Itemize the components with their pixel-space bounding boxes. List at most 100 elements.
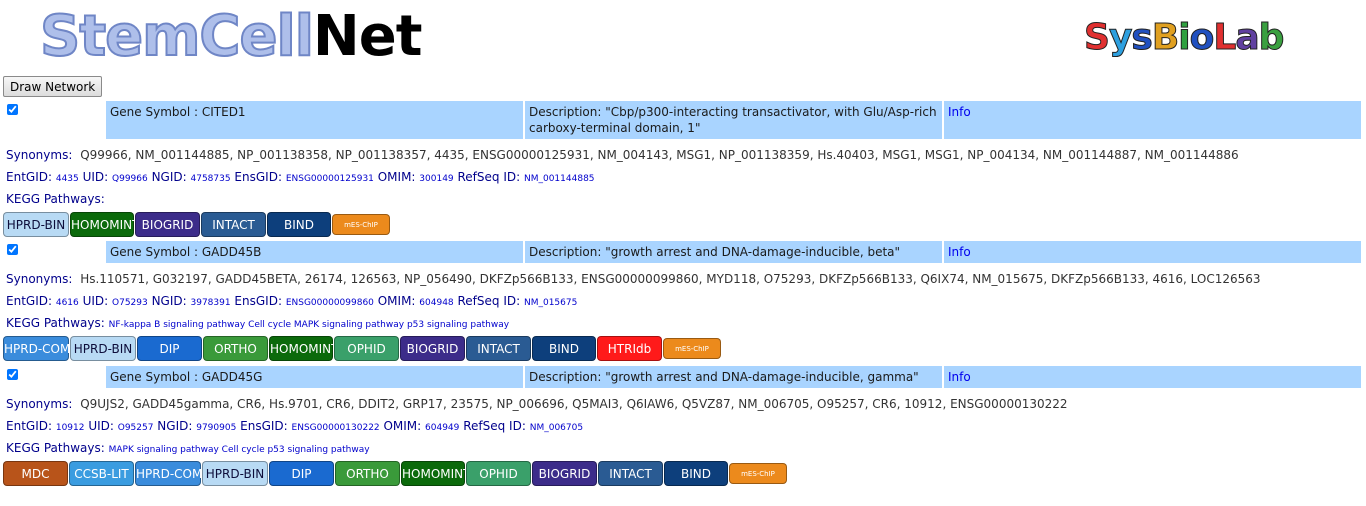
- entgid-label: EntGID:: [6, 419, 53, 433]
- synonyms-line: Synonyms: Q99966, NM_001144885, NP_00113…: [6, 148, 1239, 162]
- synonyms-value: Q99966, NM_001144885, NP_001138358, NP_0…: [80, 148, 1239, 162]
- database-button[interactable]: DIP: [137, 336, 202, 361]
- gene-symbol-label: Gene Symbol :: [110, 105, 202, 119]
- header: StemCellNet SysBioLab: [0, 0, 1366, 72]
- database-button[interactable]: CCSB-LIT: [69, 461, 134, 486]
- synonyms-label: Synonyms:: [6, 148, 73, 162]
- database-button[interactable]: HOMOMINT: [401, 461, 470, 486]
- logo-letter: L: [1213, 17, 1237, 59]
- stemcellnet-logo: StemCellNet: [39, 3, 423, 70]
- gene-info-cell: Info: [944, 366, 1361, 388]
- entgid-value[interactable]: 4435: [56, 174, 79, 184]
- ensgid-value[interactable]: ENSG00000099860: [286, 298, 374, 308]
- database-bar: MDC CCSB-LIT HPRD-COMPHPRD-BIN DIP ORTHO HOMO…: [3, 461, 788, 486]
- gene-symbol-cell: Gene Symbol : GADD45B: [106, 241, 523, 263]
- gene-description-value: "growth arrest and DNA-damage-inducible,…: [605, 245, 901, 259]
- ngid-value[interactable]: 4758735: [191, 174, 231, 184]
- kegg-label: KEGG Pathways:: [6, 441, 105, 455]
- info-link[interactable]: Info: [948, 370, 971, 384]
- database-button[interactable]: ORTHO: [335, 461, 400, 486]
- gene-symbol-value: GADD45G: [201, 370, 263, 384]
- omim-value[interactable]: 604949: [425, 423, 459, 433]
- omim-value[interactable]: 300149: [419, 174, 453, 184]
- database-button[interactable]: BIOGRID: [135, 212, 200, 237]
- database-button[interactable]: HPRD-BIN: [202, 461, 268, 486]
- logo-letter: i: [1178, 17, 1191, 59]
- database-button[interactable]: mES-ChIP: [729, 463, 787, 484]
- ngid-value[interactable]: 3978391: [191, 298, 231, 308]
- kegg-line: KEGG Pathways: MAPK signaling pathway Ce…: [6, 441, 370, 455]
- info-link[interactable]: Info: [948, 245, 971, 259]
- database-button[interactable]: BIND: [532, 336, 596, 361]
- omim-label: OMIM:: [383, 419, 422, 433]
- database-button[interactable]: INTACT: [466, 336, 531, 361]
- uid-value[interactable]: Q99966: [112, 174, 148, 184]
- gene-checkbox[interactable]: [7, 369, 18, 380]
- database-button[interactable]: HOMOMINT: [269, 336, 338, 361]
- database-button[interactable]: OPHID: [334, 336, 399, 361]
- database-button[interactable]: BIND: [267, 212, 331, 237]
- database-button[interactable]: DIP: [269, 461, 334, 486]
- identifiers-line: EntGID: 10912 UID: O95257 NGID: 9790905 …: [6, 419, 583, 433]
- gene-checkbox[interactable]: [7, 244, 18, 255]
- kegg-label: KEGG Pathways:: [6, 316, 105, 330]
- refseq-value[interactable]: NM_006705: [530, 423, 583, 433]
- database-bar: HPRD-COMPHPRD-BIN DIP ORTHO HOMOMINT OPHID BI…: [3, 336, 722, 361]
- uid-value[interactable]: O95257: [118, 423, 154, 433]
- database-button[interactable]: OPHID: [466, 461, 531, 486]
- database-button[interactable]: INTACT: [201, 212, 266, 237]
- gene-header-row: Gene Symbol : CITED1 Description: "Cbp/p3…: [0, 101, 1366, 139]
- info-link[interactable]: Info: [948, 105, 971, 119]
- database-button[interactable]: INTACT: [598, 461, 663, 486]
- omim-value[interactable]: 604948: [419, 298, 453, 308]
- database-button[interactable]: ORTHO: [203, 336, 268, 361]
- ngid-value[interactable]: 9790905: [196, 423, 236, 433]
- database-button[interactable]: mES-ChIP: [663, 338, 721, 359]
- ensgid-value[interactable]: ENSG00000130222: [292, 423, 380, 433]
- entgid-value[interactable]: 4616: [56, 298, 79, 308]
- gene-checkbox[interactable]: [7, 104, 18, 115]
- database-button[interactable]: BIND: [664, 461, 728, 486]
- database-button[interactable]: HPRD-COMP: [135, 461, 210, 486]
- database-button[interactable]: HTRIdb: [597, 336, 662, 361]
- synonyms-line: Synonyms: Q9UJS2, GADD45gamma, CR6, Hs.9…: [6, 397, 1068, 411]
- gene-description-label: Description:: [529, 245, 606, 259]
- synonyms-line: Synonyms: Hs.110571, G032197, GADD45BETA…: [6, 272, 1261, 286]
- kegg-label: KEGG Pathways:: [6, 192, 105, 206]
- database-button[interactable]: MDC: [3, 461, 68, 486]
- uid-label: UID:: [82, 170, 109, 184]
- database-button[interactable]: HPRD-BIN: [3, 212, 69, 237]
- uid-value[interactable]: O75293: [112, 298, 148, 308]
- database-button[interactable]: mES-ChIP: [332, 214, 390, 235]
- synonyms-label: Synonyms:: [6, 272, 73, 286]
- ensgid-value[interactable]: ENSG00000125931: [286, 174, 374, 184]
- database-button[interactable]: HPRD-BIN: [70, 336, 136, 361]
- logo-letter: s: [1131, 17, 1153, 59]
- ngid-label: NGID:: [151, 170, 187, 184]
- database-button[interactable]: BIOGRID: [400, 336, 465, 361]
- draw-network-button[interactable]: Draw Network: [3, 76, 103, 97]
- refseq-value[interactable]: NM_001144885: [524, 174, 595, 184]
- gene-symbol-cell: Gene Symbol : CITED1: [106, 101, 523, 139]
- database-button[interactable]: HOMOMINT: [70, 212, 139, 237]
- entgid-label: EntGID:: [6, 294, 53, 308]
- gene-symbol-label: Gene Symbol :: [110, 370, 202, 384]
- omim-label: OMIM:: [377, 294, 416, 308]
- synonyms-value: Q9UJS2, GADD45gamma, CR6, Hs.9701, CR6, …: [80, 397, 1068, 411]
- synonyms-label: Synonyms:: [6, 397, 73, 411]
- database-button[interactable]: BIOGRID: [532, 461, 597, 486]
- refseq-label: RefSeq ID:: [457, 294, 521, 308]
- logo-letter: b: [1258, 17, 1285, 59]
- gene-description-value: "growth arrest and DNA-damage-inducible,…: [605, 370, 919, 384]
- logo-letter: S: [1084, 17, 1111, 59]
- refseq-value[interactable]: NM_015675: [524, 298, 577, 308]
- kegg-value[interactable]: MAPK signaling pathway Cell cycle p53 si…: [109, 445, 370, 455]
- gene-info-cell: Info: [944, 241, 1361, 263]
- uid-label: UID:: [88, 419, 114, 433]
- logo-letter: B: [1151, 17, 1179, 59]
- kegg-line: KEGG Pathways: NF-kappa B signaling path…: [6, 316, 509, 330]
- entgid-value[interactable]: 10912: [56, 423, 85, 433]
- database-button[interactable]: HPRD-COMP: [3, 336, 78, 361]
- ensgid-label: EnsGID:: [234, 294, 282, 308]
- kegg-value[interactable]: NF-kappa B signaling pathway Cell cycle …: [109, 320, 509, 330]
